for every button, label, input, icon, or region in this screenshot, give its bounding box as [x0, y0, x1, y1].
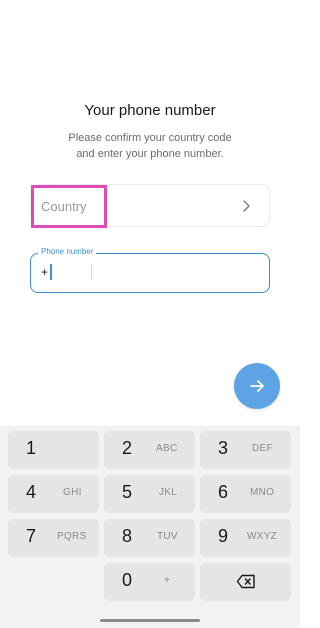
chevron-right-icon — [243, 200, 250, 212]
key-4[interactable]: 4 GHI — [8, 475, 99, 513]
key-1[interactable]: 1 — [8, 431, 99, 469]
key-digit: 4 — [26, 482, 37, 502]
key-letters: GHI — [63, 487, 82, 498]
key-2[interactable]: 2 ABC — [104, 431, 195, 469]
backspace-key[interactable] — [200, 563, 291, 601]
code-divider — [91, 264, 92, 280]
key-digit: 9 — [218, 526, 229, 546]
next-button[interactable] — [234, 363, 280, 409]
key-digit: 2 — [122, 438, 133, 458]
country-code-input[interactable]: + — [41, 265, 48, 279]
key-0[interactable]: 0 + — [104, 563, 195, 601]
home-indicator[interactable] — [100, 619, 200, 622]
key-digit: 6 — [218, 482, 229, 502]
text-cursor — [50, 264, 52, 280]
key-6[interactable]: 6 MNO — [200, 475, 291, 513]
key-8[interactable]: 8 TUV — [104, 519, 195, 557]
key-letters: ABC — [156, 443, 178, 454]
key-digit: 7 — [26, 526, 37, 546]
key-digit: 3 — [218, 438, 229, 458]
arrow-right-icon — [250, 380, 264, 392]
phone-number-screen: Your phone number Please confirm your co… — [0, 0, 300, 628]
key-letters: DEF — [252, 443, 273, 454]
subtitle-line-1: Please confirm your country code — [68, 132, 232, 144]
key-letters: + — [164, 575, 171, 586]
key-digit: 0 — [122, 570, 133, 590]
backspace-icon — [236, 574, 255, 589]
numeric-keyboard: 1 2 ABC 3 DEF 4 GHI 5 JKL 6 MNO 7 PQRS 8… — [0, 426, 300, 628]
phone-number-legend: Phone number — [38, 247, 97, 256]
key-5[interactable]: 5 JKL — [104, 475, 195, 513]
key-letters: MNO — [250, 487, 275, 498]
subtitle-line-2: and enter your phone number. — [76, 148, 224, 160]
phone-number-field[interactable] — [30, 253, 270, 293]
key-letters: WXYZ — [247, 531, 278, 542]
key-digit: 5 — [122, 482, 133, 502]
key-letters: TUV — [157, 531, 178, 542]
page-subtitle: Please confirm your country code and ent… — [0, 130, 300, 162]
country-selector[interactable]: Country — [30, 184, 270, 228]
page-title: Your phone number — [84, 102, 216, 119]
key-letters: PQRS — [57, 531, 87, 542]
key-digit: 8 — [122, 526, 133, 546]
key-9[interactable]: 9 WXYZ — [200, 519, 291, 557]
key-letters: JKL — [159, 487, 178, 498]
key-digit: 1 — [26, 438, 37, 458]
key-3[interactable]: 3 DEF — [200, 431, 291, 469]
key-7[interactable]: 7 PQRS — [8, 519, 99, 557]
country-label: Country — [41, 199, 87, 214]
